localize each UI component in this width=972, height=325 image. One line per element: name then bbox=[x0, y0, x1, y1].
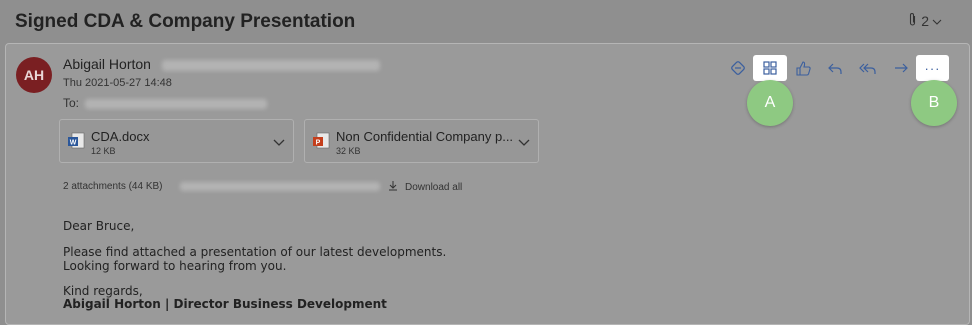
sender-email-redacted bbox=[162, 60, 380, 71]
chevron-down-icon[interactable] bbox=[273, 134, 285, 152]
attachment-name: CDA.docx bbox=[91, 129, 150, 144]
word-file-icon: W bbox=[67, 132, 85, 155]
body-line-1: Please find attached a presentation of o… bbox=[63, 245, 447, 259]
reply-icon[interactable] bbox=[823, 56, 847, 80]
like-icon[interactable] bbox=[791, 56, 815, 80]
sender-name[interactable]: Abigail Horton bbox=[63, 56, 151, 72]
immersive-reader-icon[interactable] bbox=[726, 56, 750, 80]
powerpoint-file-icon: P bbox=[312, 132, 330, 155]
forward-icon[interactable] bbox=[889, 56, 913, 80]
svg-text:W: W bbox=[70, 140, 77, 147]
attachments-summary: 2 attachments (44 KB) bbox=[63, 181, 163, 192]
reading-pane-header: Signed CDA & Company Presentation 2 bbox=[0, 0, 972, 42]
chevron-down-icon bbox=[932, 13, 942, 29]
download-icon bbox=[388, 180, 398, 194]
body-line-2: Looking forward to hearing from you. bbox=[63, 259, 287, 273]
sent-date: Thu 2021-05-27 14:48 bbox=[63, 77, 172, 89]
attachment-card-pptx[interactable]: P Non Confidential Company p... 32 KB bbox=[304, 119, 539, 163]
apps-grid-icon[interactable] bbox=[753, 55, 787, 81]
body-greeting: Dear Bruce, bbox=[63, 219, 135, 233]
body-closing: Kind regards, bbox=[63, 284, 143, 298]
attachment-name: Non Confidential Company p... bbox=[336, 129, 514, 144]
reply-all-icon[interactable] bbox=[856, 56, 880, 80]
paperclip-icon bbox=[907, 12, 918, 30]
avatar[interactable]: AH bbox=[16, 57, 52, 93]
body-signature: Abigail Horton | Director Business Devel… bbox=[63, 297, 387, 311]
to-label: To: bbox=[63, 96, 80, 110]
download-all-link[interactable]: Download all bbox=[388, 180, 462, 194]
more-actions-button[interactable]: ··· bbox=[916, 55, 949, 81]
recipient-redacted[interactable] bbox=[85, 99, 267, 109]
attachment-card-docx[interactable]: W CDA.docx 12 KB bbox=[59, 119, 294, 163]
attachment-size: 12 KB bbox=[91, 146, 116, 156]
more-actions-icon: ··· bbox=[924, 60, 941, 76]
svg-text:P: P bbox=[316, 140, 321, 147]
attachment-size: 32 KB bbox=[336, 146, 361, 156]
callout-a: A bbox=[747, 80, 793, 126]
chevron-down-icon[interactable] bbox=[518, 134, 530, 152]
save-to-onedrive-redacted[interactable] bbox=[180, 182, 380, 191]
download-all-label: Download all bbox=[405, 181, 463, 193]
callout-b: B bbox=[911, 80, 957, 126]
attachment-count: 2 bbox=[921, 13, 929, 29]
attachment-count-button[interactable]: 2 bbox=[907, 12, 942, 30]
email-subject: Signed CDA & Company Presentation bbox=[15, 11, 356, 32]
